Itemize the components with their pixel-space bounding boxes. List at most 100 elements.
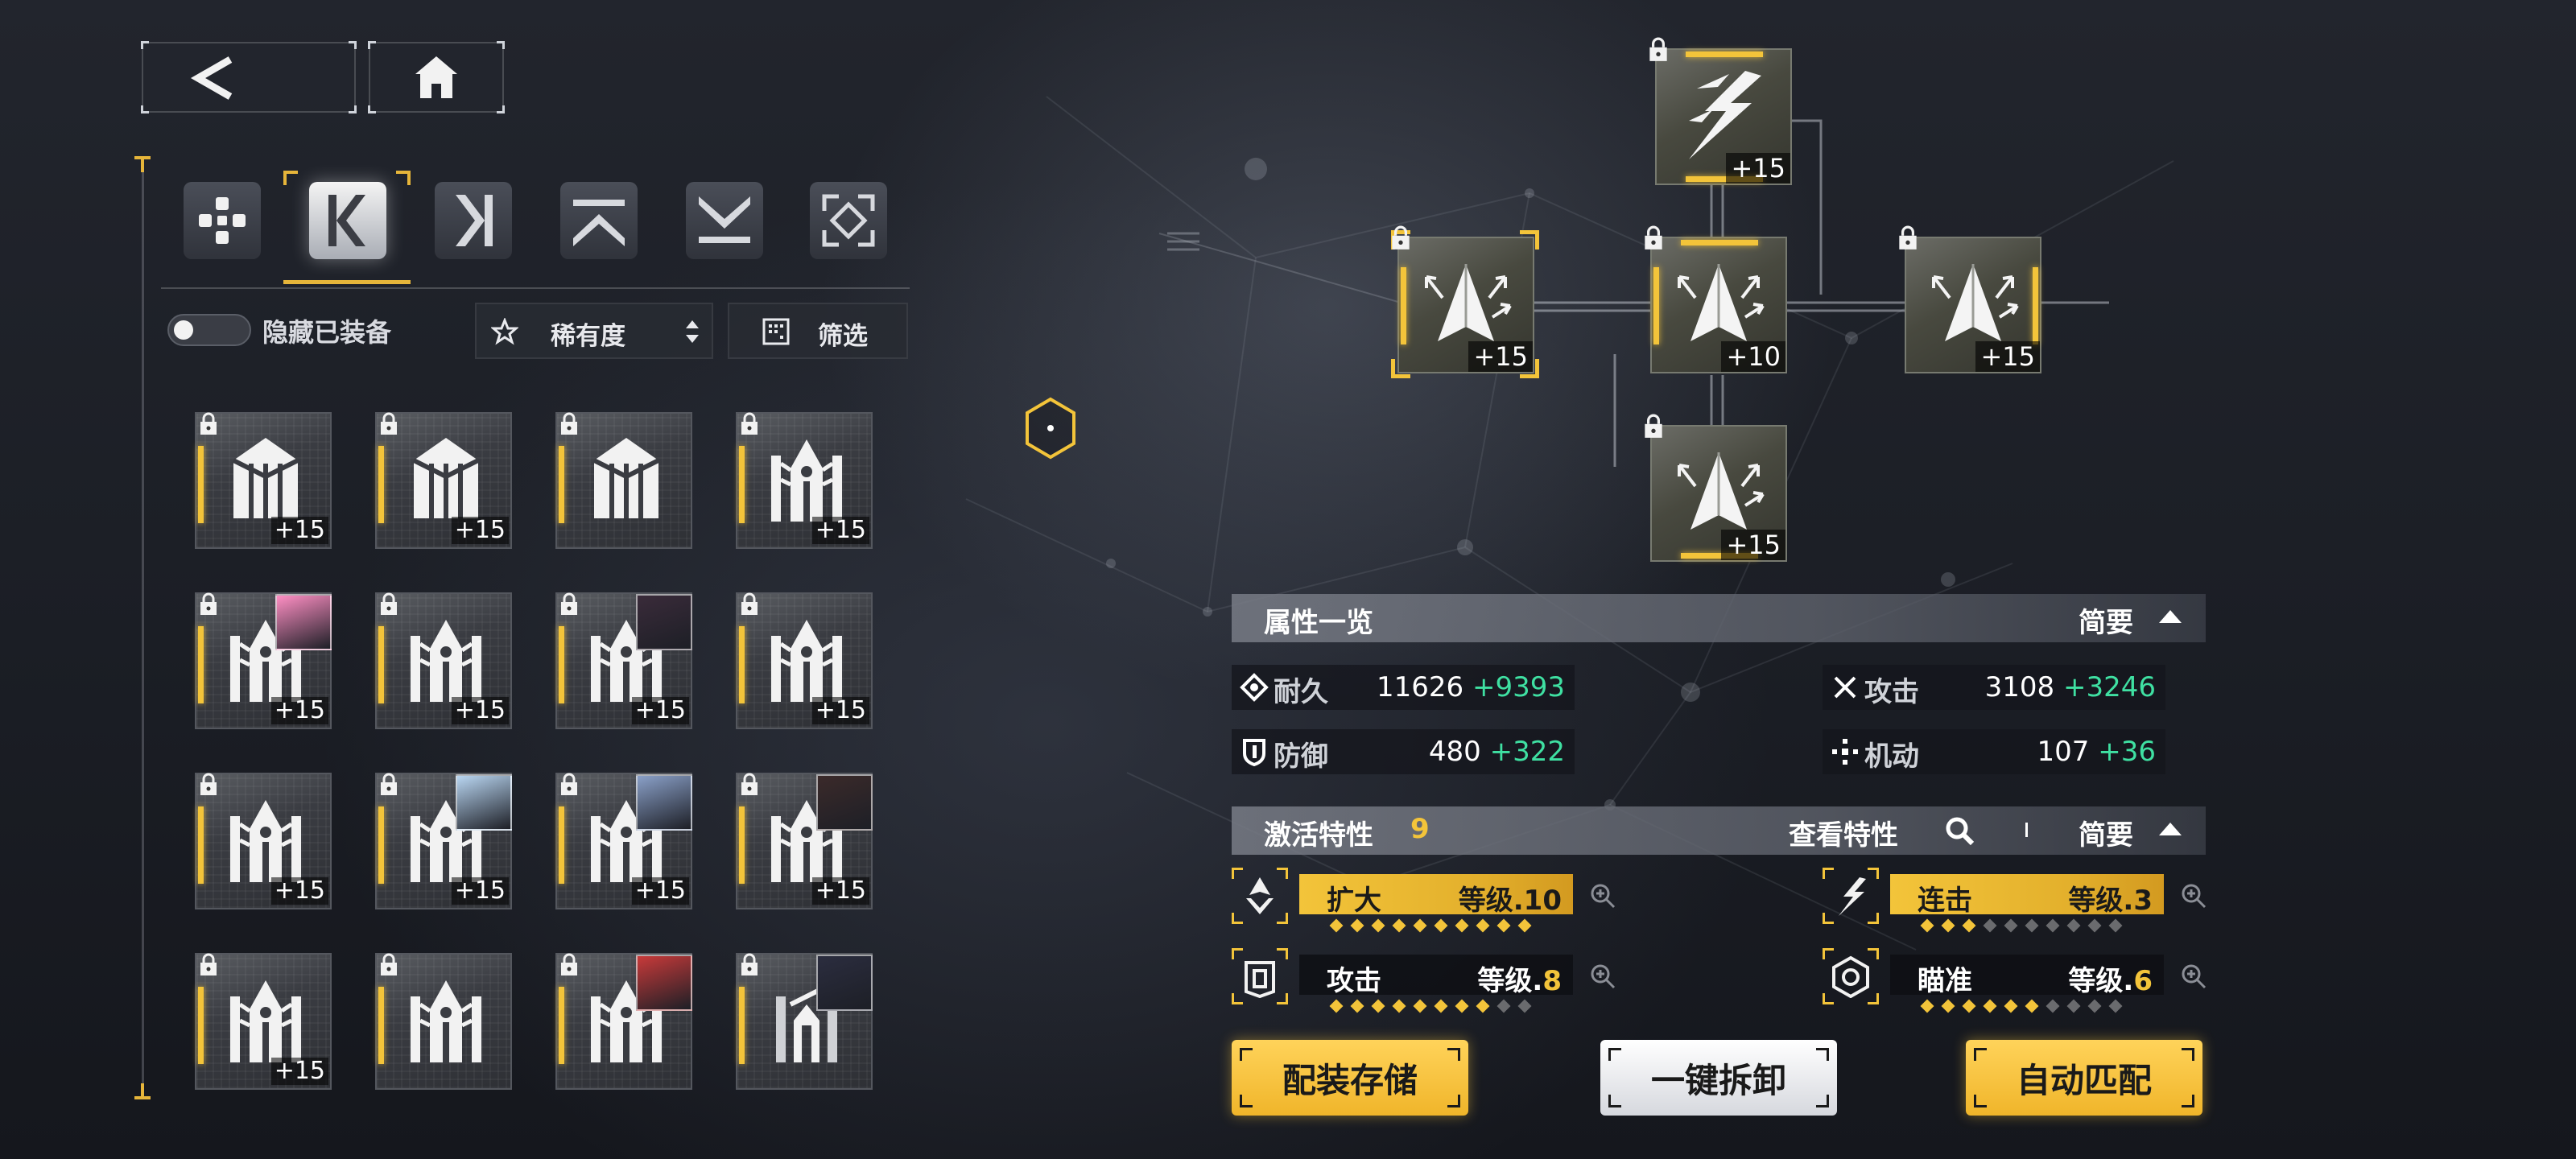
trait-level-pip bbox=[1496, 918, 1511, 933]
trait-level-pip bbox=[2004, 918, 2018, 933]
arrow-boost-art-icon bbox=[1678, 264, 1765, 341]
trait-level-pip bbox=[1476, 918, 1490, 933]
trait-level-pips bbox=[1890, 918, 2164, 934]
lock-icon bbox=[1641, 225, 1666, 251]
slot-level: +15 bbox=[1721, 530, 1785, 560]
trait-row[interactable]: 攻击 等级.8 bbox=[1299, 955, 1573, 1013]
trait-level-label: 等级. bbox=[1477, 965, 1543, 997]
rarity-bar bbox=[2033, 267, 2038, 344]
expand-trait-icon bbox=[1232, 868, 1288, 924]
trait-level-label: 等级. bbox=[2068, 965, 2134, 997]
trait-row[interactable]: 瞄准 等级.6 bbox=[1890, 955, 2164, 1013]
trait-level-pip bbox=[1962, 918, 1976, 933]
lightning-art-icon bbox=[1689, 71, 1761, 159]
combo-trait-icon bbox=[1823, 868, 1879, 924]
trait-level-pips bbox=[1299, 918, 1573, 934]
equipped-slot-left[interactable]: +15 bbox=[1392, 225, 1534, 373]
stat-row: 机动 107 +36 bbox=[1823, 729, 2165, 774]
trait-level-pip bbox=[1983, 999, 1997, 1013]
zoom-in-icon[interactable] bbox=[2180, 963, 2207, 990]
trait-level-pip bbox=[1496, 999, 1511, 1013]
equipped-slot-bottom[interactable]: +15 bbox=[1645, 414, 1787, 562]
trait-level-pip bbox=[2108, 999, 2123, 1013]
view-traits-button[interactable]: 查看特性 bbox=[1789, 813, 1898, 852]
slot-level: +15 bbox=[1975, 341, 2040, 372]
stat-row: 防御 480 +322 bbox=[1232, 729, 1575, 774]
trait-level-pip bbox=[1413, 918, 1427, 933]
trait-level-pip bbox=[2046, 999, 2060, 1013]
equipped-slot-center[interactable]: +10 bbox=[1645, 225, 1787, 373]
stat-name: 耐久 bbox=[1274, 676, 1328, 708]
divider-tick bbox=[2025, 823, 2028, 837]
zoom-in-icon[interactable] bbox=[1589, 882, 1616, 909]
trait-level: 8 bbox=[1542, 965, 1562, 997]
trait-level-pips bbox=[1299, 999, 1573, 1014]
trait-level-pip bbox=[1962, 999, 1976, 1013]
attack-icon bbox=[1834, 676, 1856, 699]
rarity-bar bbox=[1686, 52, 1763, 57]
collapse-arrow-icon bbox=[2159, 610, 2182, 623]
trait-level-pip bbox=[1517, 918, 1532, 933]
zoom-in-icon[interactable] bbox=[1589, 963, 1616, 990]
stat-name: 防御 bbox=[1274, 740, 1328, 773]
trait-row[interactable]: 连击 等级.3 bbox=[1890, 874, 2164, 933]
traits-header[interactable]: 激活特性 9 查看特性 简要 bbox=[1232, 806, 2206, 855]
equipped-slot-right[interactable]: +15 bbox=[1899, 225, 2041, 373]
stat-name: 机动 bbox=[1864, 740, 1919, 773]
search-icon[interactable] bbox=[1943, 815, 1975, 847]
trait-level-label: 等级. bbox=[1458, 885, 1524, 917]
stat-value: 11626 bbox=[1377, 671, 1464, 703]
trait-name: 连击 bbox=[1918, 885, 1972, 917]
trait-level-pip bbox=[2025, 999, 2039, 1013]
trait-level-pip bbox=[1413, 999, 1427, 1013]
trait-level-pip bbox=[2087, 918, 2102, 933]
trait-level-pip bbox=[1517, 999, 1532, 1013]
attack-trait-icon bbox=[1232, 948, 1288, 1004]
trait-level-pip bbox=[1371, 999, 1385, 1013]
trait-level-pip bbox=[1350, 999, 1364, 1013]
arrow-boost-art-icon bbox=[1425, 264, 1512, 341]
save-loadout-button[interactable]: 配装存储 bbox=[1232, 1040, 1468, 1116]
trait-level-pip bbox=[1920, 999, 1934, 1013]
trait-level-pip bbox=[1941, 999, 1955, 1013]
stat-bonus: +322 bbox=[1489, 736, 1565, 768]
slot-level: +10 bbox=[1721, 341, 1785, 372]
trait-level-pip bbox=[1434, 999, 1448, 1013]
lock-icon bbox=[1641, 414, 1666, 439]
stat-bonus: +9393 bbox=[1472, 671, 1565, 703]
trait-level-pip bbox=[1983, 918, 1997, 933]
auto-match-button[interactable]: 自动匹配 bbox=[1966, 1040, 2202, 1116]
attributes-toggle-label: 简要 bbox=[2079, 607, 2133, 639]
lock-icon bbox=[1645, 37, 1671, 63]
trait-level-pip bbox=[1350, 918, 1364, 933]
equipped-slot-top[interactable]: +15 bbox=[1649, 37, 1792, 185]
trait-level-pip bbox=[1476, 999, 1490, 1013]
stat-value: 107 bbox=[2037, 736, 2090, 768]
zoom-in-icon[interactable] bbox=[2180, 882, 2207, 909]
trait-level-pip bbox=[1392, 999, 1406, 1013]
unequip-all-button[interactable]: 一键拆卸 bbox=[1600, 1040, 1837, 1116]
save-loadout-label: 配装存储 bbox=[1282, 1060, 1418, 1100]
trait-level: 3 bbox=[2133, 885, 2153, 917]
attributes-header[interactable]: 属性一览 简要 bbox=[1232, 594, 2206, 642]
slot-level: +15 bbox=[1468, 341, 1533, 372]
trait-row[interactable]: 扩大 等级.10 bbox=[1299, 874, 1573, 933]
trait-level: 6 bbox=[2133, 965, 2153, 997]
mobility-icon bbox=[1832, 739, 1858, 765]
trait-level-pip bbox=[1941, 918, 1955, 933]
trait-level-pip bbox=[2025, 918, 2039, 933]
defense-icon bbox=[1243, 739, 1265, 766]
stat-row: 攻击 3108 +3246 bbox=[1823, 665, 2165, 710]
trait-level-pip bbox=[1455, 999, 1469, 1013]
unequip-all-label: 一键拆卸 bbox=[1650, 1060, 1786, 1100]
trait-level-pip bbox=[1392, 918, 1406, 933]
trait-level-pip bbox=[2046, 918, 2060, 933]
traits-count: 9 bbox=[1410, 813, 1430, 845]
trait-level-label: 等级. bbox=[2068, 885, 2134, 917]
stat-bonus: +36 bbox=[2098, 736, 2156, 768]
trait-level-pip bbox=[1920, 918, 1934, 933]
stat-value: 480 bbox=[1428, 736, 1481, 768]
trait-level-pip bbox=[2004, 999, 2018, 1013]
stat-row: 耐久 11626 +9393 bbox=[1232, 665, 1575, 710]
collapse-arrow-icon bbox=[2159, 823, 2182, 835]
